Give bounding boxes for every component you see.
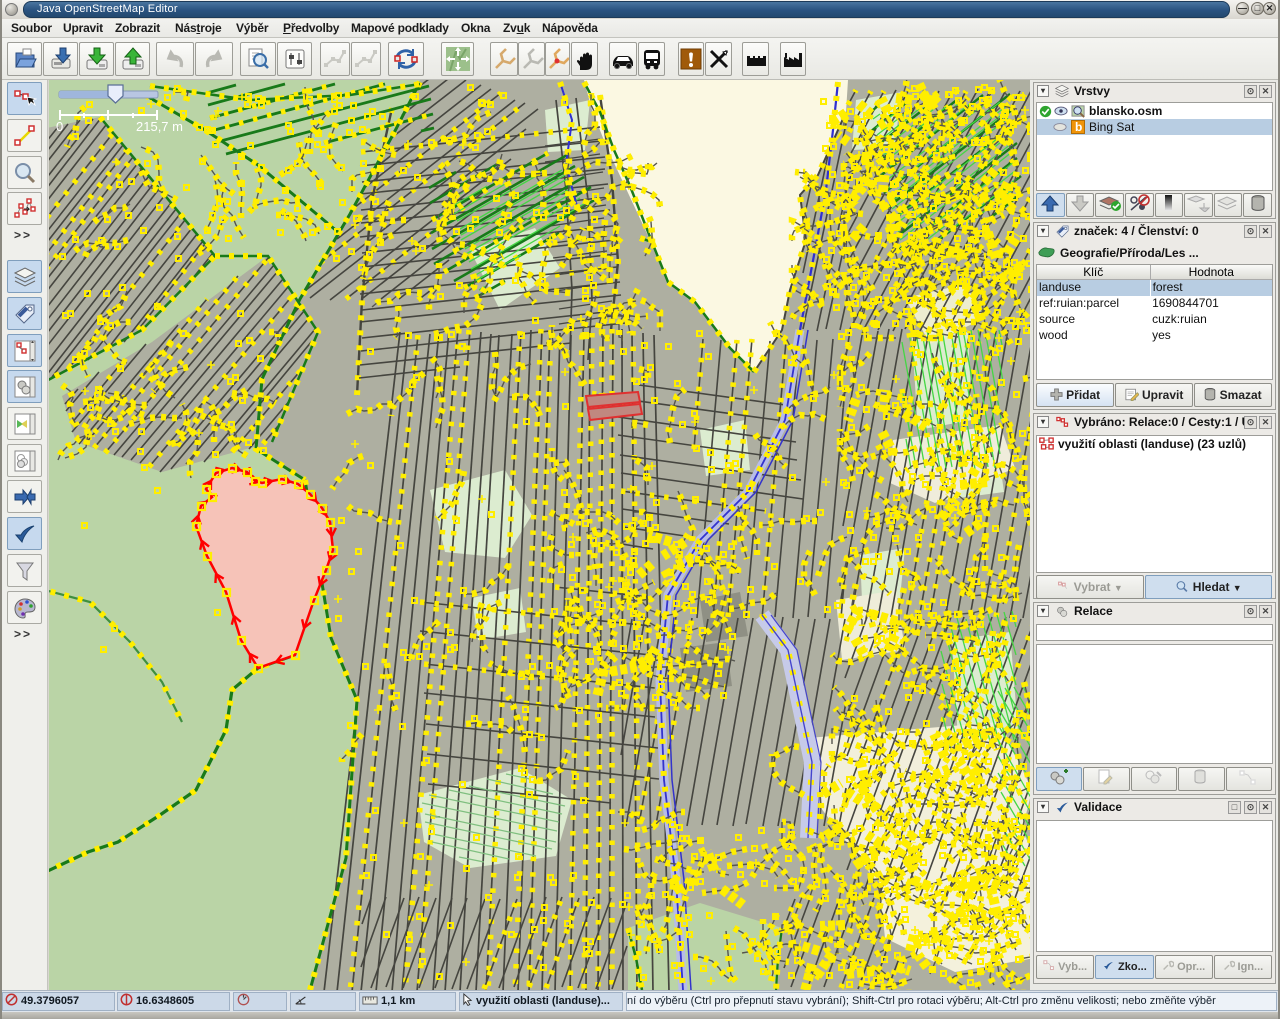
svg-text:215,7 m: 215,7 m (136, 119, 183, 134)
svg-text:0: 0 (56, 119, 63, 134)
